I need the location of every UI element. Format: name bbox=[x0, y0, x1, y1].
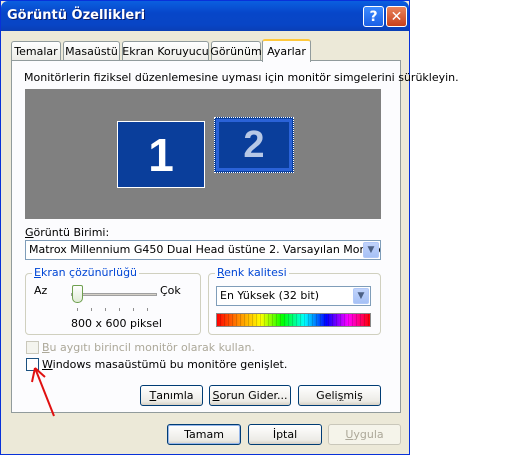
window-title: Görüntü Özellikleri bbox=[7, 8, 146, 23]
extend-desktop-label: Windows masaüstümü bu monitöre genişlet. bbox=[42, 358, 288, 371]
red-arrow-annotation bbox=[31, 367, 55, 417]
cancel-button[interactable]: İptal bbox=[248, 424, 322, 445]
display-unit-select[interactable]: Matrox Millennium G450 Dual Head üstüne … bbox=[25, 240, 381, 260]
title-bar[interactable]: Görüntü Özellikleri ? ✕ bbox=[1, 1, 409, 31]
slider-tick bbox=[147, 308, 148, 311]
troubleshoot-button[interactable]: Sorun Gider... bbox=[209, 385, 291, 406]
resolution-max-label: Çok bbox=[160, 284, 181, 297]
arrow-shaft bbox=[34, 367, 55, 417]
color-quality-group-title: Renk kalitesi bbox=[215, 266, 289, 279]
identify-button[interactable]: Tanımla bbox=[140, 385, 203, 406]
monitor-2-number: 2 bbox=[243, 123, 265, 166]
monitor-1-icon[interactable]: 1 bbox=[117, 121, 205, 188]
primary-monitor-label: Bu aygıtı birincil monitör olarak kullan… bbox=[42, 341, 255, 354]
ok-button[interactable]: Tamam bbox=[167, 424, 241, 445]
color-quality-value: En Yüksek (32 bit) bbox=[220, 289, 320, 302]
instruction-text: Monitörlerin fiziksel düzenlemesine uyma… bbox=[24, 71, 459, 84]
advanced-button[interactable]: Geli ş miş bbox=[298, 385, 381, 406]
slider-tick bbox=[105, 308, 106, 311]
tab-ekran-koruyucu[interactable]: Ekran Koruyucu bbox=[122, 41, 209, 61]
resolution-value: 800 x 600 piksel bbox=[71, 317, 162, 330]
slider-tick bbox=[133, 308, 134, 311]
display-unit-label: Görüntü Birimi: bbox=[25, 226, 110, 239]
monitor-2-icon[interactable]: 2 bbox=[214, 117, 294, 173]
close-button[interactable]: ✕ bbox=[386, 6, 407, 27]
display-unit-value: Matrox Millennium G450 Dual Head üstüne … bbox=[29, 243, 381, 256]
tab-gorunum[interactable]: Görünüm bbox=[210, 41, 262, 61]
tab-masaustu[interactable]: Masaüstü bbox=[63, 41, 120, 61]
arrow-head-left bbox=[31, 367, 36, 383]
color-quality-select[interactable]: En Yüksek (32 bit) ▼ bbox=[216, 286, 371, 306]
help-icon: ? bbox=[369, 8, 378, 25]
help-button[interactable]: ? bbox=[363, 6, 384, 27]
tab-temalar[interactable]: Temalar bbox=[11, 41, 61, 61]
slider-tick bbox=[119, 308, 120, 311]
chevron-down-icon[interactable]: ▼ bbox=[363, 242, 379, 258]
color-spectrum-preview bbox=[216, 313, 371, 327]
resolution-slider-thumb[interactable] bbox=[72, 285, 83, 303]
apply-button[interactable]: Uygula bbox=[328, 424, 401, 445]
slider-tick bbox=[77, 308, 78, 311]
resolution-min-label: Az bbox=[34, 284, 48, 297]
close-icon: ✕ bbox=[390, 8, 403, 25]
chevron-down-icon[interactable]: ▼ bbox=[353, 288, 369, 304]
monitor-arrangement-area: 1 2 bbox=[25, 89, 381, 219]
slider-tick bbox=[91, 308, 92, 311]
monitor-1-number: 1 bbox=[148, 128, 174, 181]
display-properties-window: Görüntü Özellikleri ? ✕ Temalar Masaüstü… bbox=[0, 0, 459, 455]
resolution-group-title: Ekran çözünürlüğü bbox=[32, 266, 140, 279]
tab-ayarlar[interactable]: Ayarlar bbox=[262, 39, 311, 62]
resolution-slider-track[interactable] bbox=[71, 293, 157, 296]
primary-monitor-checkbox[interactable] bbox=[26, 341, 39, 354]
